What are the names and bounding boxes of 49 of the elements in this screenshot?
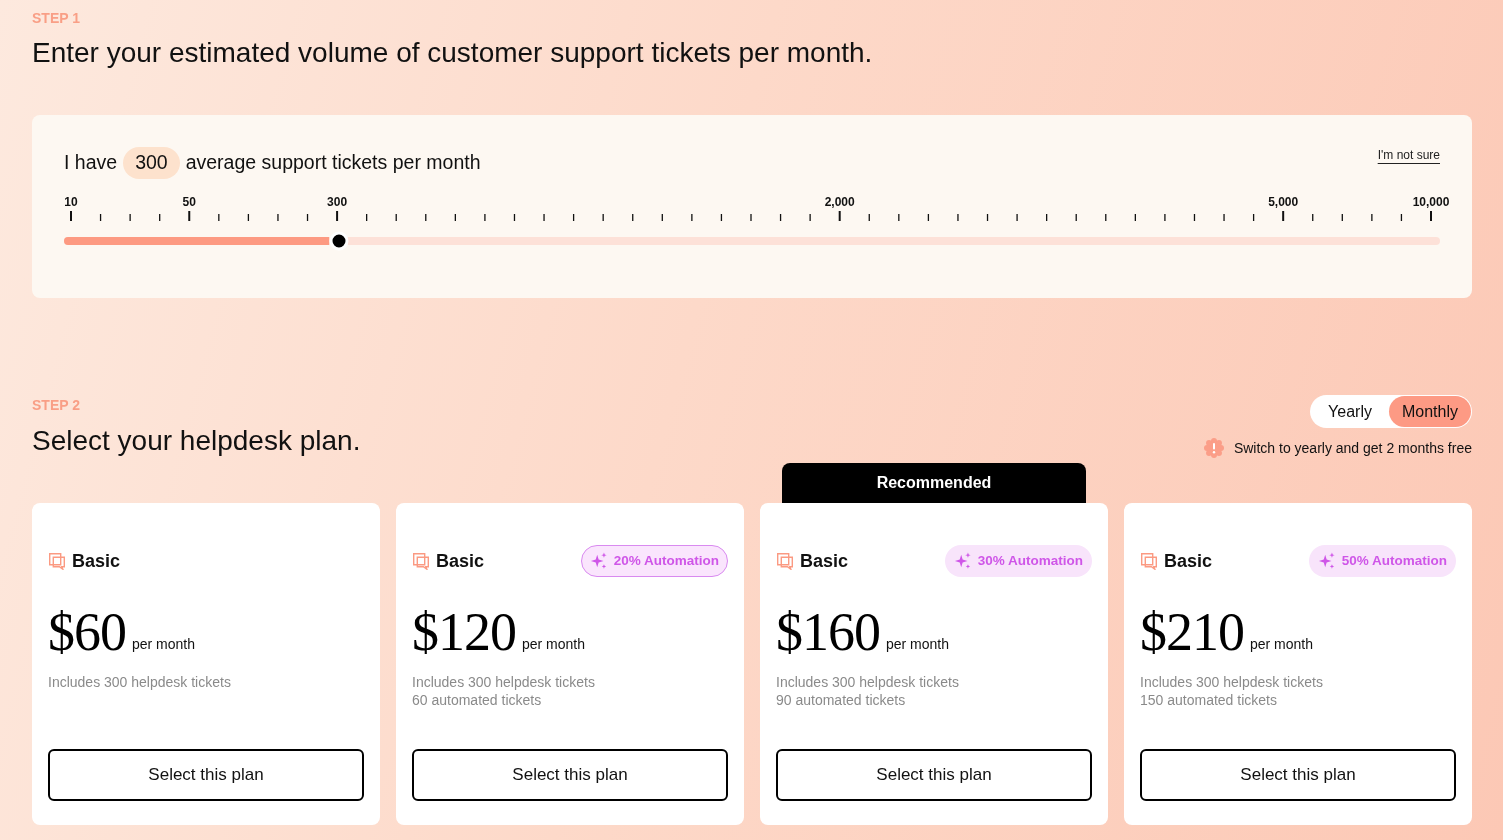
scale-label: 300 <box>327 195 348 209</box>
plan-detail: Includes 300 helpdesk tickets <box>1140 673 1324 691</box>
step-label: STEP 2 <box>32 396 81 414</box>
select-plan-button[interactable]: Select this plan <box>48 749 364 801</box>
plan-detail: Includes 300 helpdesk tickets <box>48 673 232 691</box>
plan-detail: Includes 300 helpdesk tickets <box>412 673 596 691</box>
plan-price: $120 <box>412 605 516 659</box>
billing-option[interactable]: Monthly <box>1388 396 1471 427</box>
billing-note: Switch to yearly and get 2 months free <box>1233 438 1472 458</box>
automation-label: 50% Automation <box>1341 551 1447 570</box>
not-sure-link[interactable]: I'm not sure <box>1377 147 1440 163</box>
squares-icon <box>776 552 794 570</box>
scale-label: 10,000 <box>1412 195 1450 209</box>
plan-price: $160 <box>776 605 880 659</box>
plan-name: Basic <box>1164 550 1213 573</box>
plan-name: Basic <box>800 550 849 573</box>
squares-icon <box>48 552 66 570</box>
plan-detail: 150 automated tickets <box>1140 691 1278 709</box>
automation-label: 20% Automation <box>613 551 719 570</box>
plan-detail: 90 automated tickets <box>776 691 907 709</box>
alert-badge-icon <box>1203 438 1224 458</box>
step-label: STEP 1 <box>32 9 81 27</box>
volume-sentence: I have <box>64 150 118 176</box>
price-period: per month <box>1250 635 1314 653</box>
plan-name: Basic <box>436 550 485 573</box>
plan-price: $210 <box>1140 605 1244 659</box>
squares-icon <box>1140 552 1158 570</box>
price-period: per month <box>522 635 586 653</box>
plan-price: $60 <box>48 605 126 659</box>
ticket-count-value: 300 <box>123 147 180 179</box>
volume-sentence: average support tickets per month <box>185 150 481 176</box>
price-period: per month <box>132 635 196 653</box>
scale-label: 10 <box>64 195 78 209</box>
slider-thumb[interactable] <box>329 231 349 251</box>
squares-icon <box>412 552 430 570</box>
automation-label: 30% Automation <box>977 551 1083 570</box>
scale-label: 5,000 <box>1268 195 1299 209</box>
step-heading: Enter your estimated volume of customer support tickets per month. <box>32 36 874 70</box>
select-plan-button[interactable]: Select this plan <box>412 749 728 801</box>
plan-detail: Includes 300 helpdesk tickets <box>776 673 960 691</box>
select-plan-button[interactable]: Select this plan <box>776 749 1092 801</box>
select-plan-button[interactable]: Select this plan <box>1140 749 1456 801</box>
scale-label: 2,000 <box>824 195 855 209</box>
recommended-ribbon: Recommended <box>782 463 1086 503</box>
step-heading: Select your helpdesk plan. <box>32 424 361 458</box>
scale-label: 50 <box>182 195 196 209</box>
plan-detail: 60 automated tickets <box>412 691 543 709</box>
plan-name: Basic <box>72 550 121 573</box>
price-period: per month <box>886 635 950 653</box>
